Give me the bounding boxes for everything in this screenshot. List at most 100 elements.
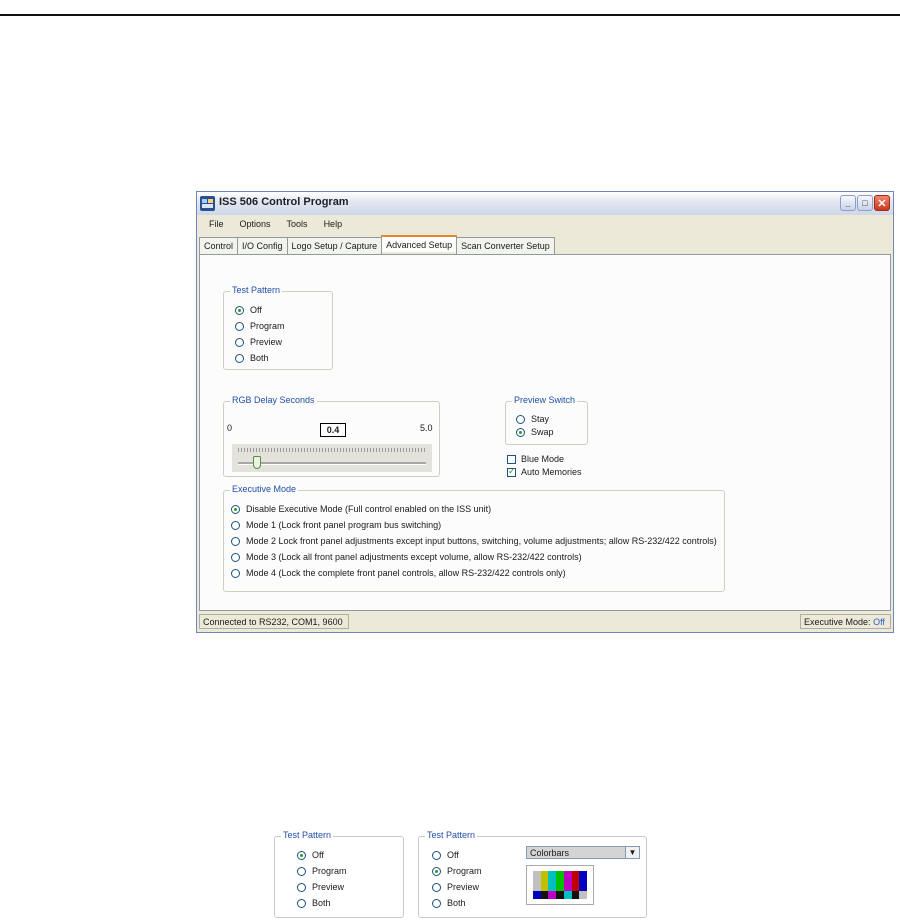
colorbars-bottom-row (533, 891, 588, 899)
radio-icon (235, 321, 244, 331)
tab-scan-converter-setup[interactable]: Scan Converter Setup (456, 237, 555, 254)
close-button[interactable]: ✕ (874, 195, 890, 211)
colorbar-swatch (556, 871, 564, 891)
colorbar-swatch (563, 891, 572, 899)
colorbar-swatch (548, 871, 557, 891)
test-pattern-group: Test Pattern Off Program Preview Both (223, 285, 333, 370)
colorbar-swatch (579, 891, 588, 899)
option-label: Preview (447, 882, 480, 892)
menu-tools[interactable]: Tools (279, 216, 316, 234)
checkbox-label: Blue Mode (521, 454, 565, 464)
status-bar: Connected to RS232, COM1, 9600 Executive… (197, 612, 893, 632)
example-b-off[interactable]: Off (432, 850, 459, 860)
exec-mode-3[interactable]: Mode 3 (Lock all front panel adjustments… (231, 552, 582, 562)
colorbars-image (533, 871, 588, 899)
tab-control[interactable]: Control (199, 237, 239, 254)
main-window: ISS 506 Control Program _ □ ✕ File Optio… (196, 191, 894, 633)
example-legend: Test Pattern (281, 830, 334, 840)
radio-icon (235, 337, 244, 347)
executive-mode-legend: Executive Mode (230, 484, 299, 494)
colorbar-swatch (579, 871, 588, 891)
example-b-preview[interactable]: Preview (432, 882, 479, 892)
example-a-both[interactable]: Both (297, 898, 331, 908)
option-label: Stay (531, 414, 550, 424)
option-label: Swap (531, 427, 554, 437)
exec-mode-disable[interactable]: Disable Executive Mode (Full control ena… (231, 504, 491, 514)
executive-mode-status: Executive Mode: Off (800, 614, 891, 629)
option-label: Preview (312, 882, 345, 892)
tab-advanced-setup[interactable]: Advanced Setup (381, 235, 458, 252)
advanced-setup-panel: Test Pattern Off Program Preview Both RG… (199, 254, 891, 611)
rgb-delay-value[interactable]: 0.4 (320, 423, 346, 437)
example-a-off[interactable]: Off (297, 850, 324, 860)
colorbars-top-row (533, 871, 588, 891)
colorbar-swatch (533, 871, 541, 891)
slider-max-label: 5.0 (420, 423, 433, 433)
preview-switch-swap[interactable]: Swap (516, 427, 554, 437)
app-icon (200, 196, 215, 211)
pattern-select[interactable]: Colorbars ▼ (526, 846, 640, 859)
window-title: ISS 506 Control Program (219, 196, 349, 208)
auto-memories-checkbox[interactable]: Auto Memories (507, 466, 582, 477)
example-a-preview[interactable]: Preview (297, 882, 344, 892)
test-pattern-legend: Test Pattern (230, 285, 283, 295)
chevron-down-icon[interactable]: ▼ (625, 847, 639, 858)
colorbar-swatch (548, 891, 557, 899)
radio-icon (297, 898, 306, 908)
example-b-program[interactable]: Program (432, 866, 482, 876)
exec-mode-2[interactable]: Mode 2 Lock front panel adjustments exce… (231, 536, 717, 546)
menu-options[interactable]: Options (232, 216, 279, 234)
colorbar-swatch (540, 871, 549, 891)
option-label: Disable Executive Mode (Full control ena… (246, 504, 492, 514)
radio-icon (231, 568, 240, 578)
colorbar-swatch (540, 891, 549, 899)
exec-mode-1[interactable]: Mode 1 (Lock front panel program bus swi… (231, 520, 441, 530)
tab-strip: Control I/O Config Logo Setup / Capture … (199, 235, 555, 254)
checkbox-checked-icon (507, 466, 516, 477)
preview-switch-stay[interactable]: Stay (516, 414, 549, 424)
example-legend: Test Pattern (425, 830, 478, 840)
test-pattern-off[interactable]: Off (235, 305, 262, 315)
slider-min-label: 0 (227, 423, 233, 433)
minimize-icon: _ (845, 198, 851, 208)
test-pattern-both[interactable]: Both (235, 353, 269, 363)
option-label: Both (250, 353, 269, 363)
colorbar-swatch (571, 891, 580, 899)
checkbox-label: Auto Memories (521, 467, 582, 477)
example-test-pattern-program: Test Pattern Off Program Preview Both Co… (418, 830, 647, 918)
checkbox-icon (507, 454, 516, 464)
colorbar-swatch (571, 871, 580, 891)
example-a-program[interactable]: Program (297, 866, 347, 876)
example-b-both[interactable]: Both (432, 898, 466, 908)
test-pattern-program[interactable]: Program (235, 321, 285, 331)
rgb-delay-slider[interactable] (232, 444, 432, 472)
menu-file[interactable]: File (201, 216, 232, 234)
maximize-button[interactable]: □ (857, 195, 873, 211)
tab-logo-setup[interactable]: Logo Setup / Capture (286, 237, 383, 254)
radio-icon (231, 536, 240, 546)
title-bar[interactable]: ISS 506 Control Program _ □ ✕ (197, 192, 893, 215)
exec-mode-4[interactable]: Mode 4 (Lock the complete front panel co… (231, 568, 566, 578)
option-label: Preview (250, 337, 283, 347)
blue-mode-checkbox[interactable]: Blue Mode (507, 454, 564, 464)
radio-selected-icon (297, 850, 306, 860)
exec-status-label: Executive Mode: (804, 617, 871, 627)
slider-track (238, 462, 426, 465)
menu-help[interactable]: Help (316, 216, 351, 234)
option-label: Program (250, 321, 285, 331)
colorbar-swatch (556, 891, 564, 899)
rgb-delay-group: RGB Delay Seconds 0 0.4 5.0 (223, 395, 440, 477)
colorbar-swatch (563, 871, 572, 891)
test-pattern-preview[interactable]: Preview (235, 337, 282, 347)
radio-icon (297, 866, 306, 876)
radio-icon (297, 882, 306, 892)
radio-icon (432, 898, 441, 908)
rgb-delay-legend: RGB Delay Seconds (230, 395, 317, 405)
minimize-button[interactable]: _ (840, 195, 856, 211)
page-top-rule (0, 14, 900, 16)
radio-icon (235, 353, 244, 363)
option-label: Off (312, 850, 324, 860)
option-label: Program (312, 866, 347, 876)
tab-io-config[interactable]: I/O Config (237, 237, 288, 254)
slider-thumb[interactable] (253, 456, 262, 469)
